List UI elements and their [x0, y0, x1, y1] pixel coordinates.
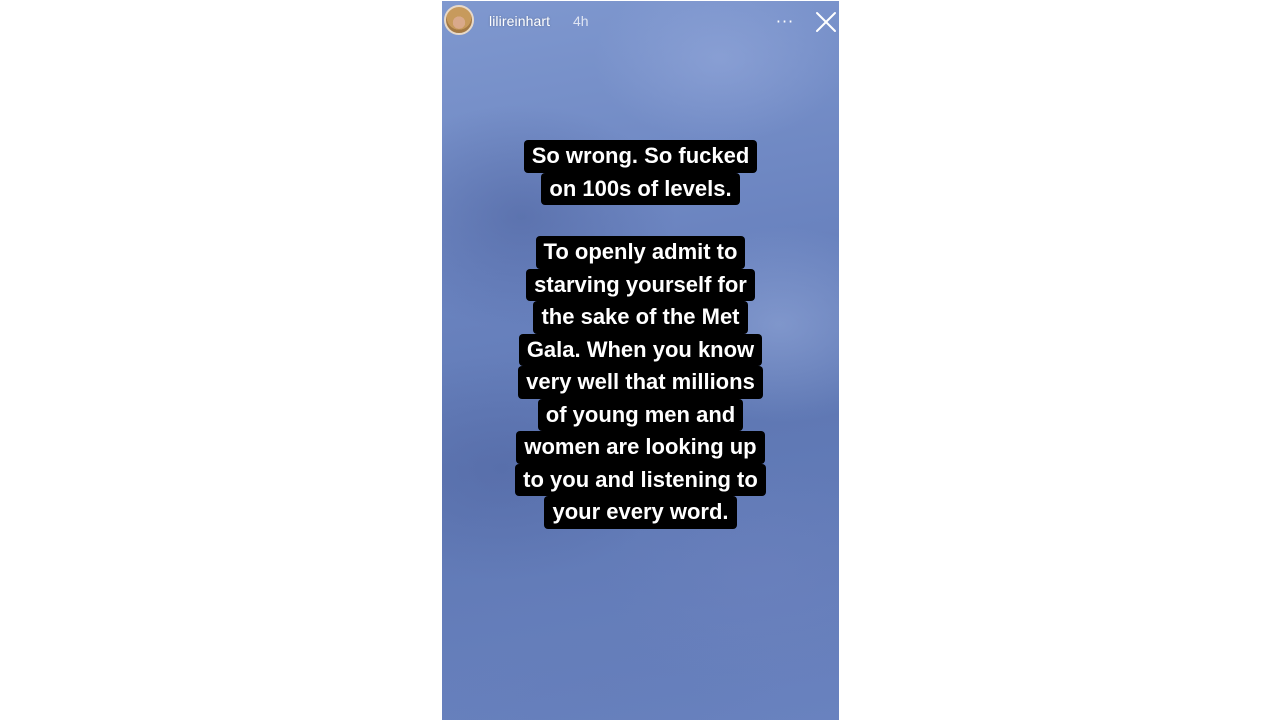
caption-line: the sake of the Met: [533, 301, 748, 334]
username[interactable]: lilireinhart: [489, 13, 550, 29]
caption-line: starving yourself for: [526, 268, 755, 301]
caption-line: Gala. When you know: [518, 333, 763, 366]
caption-line: very well that millions: [518, 366, 763, 399]
close-icon[interactable]: [814, 10, 838, 34]
page: lilireinhart 4h ··· So wrong. So fucked …: [0, 0, 1280, 720]
caption-line: So wrong. So fucked: [523, 140, 758, 173]
avatar[interactable]: [444, 5, 474, 35]
story-header: lilireinhart 4h ···: [442, 1, 839, 45]
more-horizontal-icon[interactable]: ···: [772, 11, 798, 33]
caption-block-1: So wrong. So fucked on 100s of levels.: [442, 140, 839, 205]
caption-line: of young men and: [537, 398, 744, 431]
caption-line: on 100s of levels.: [541, 172, 740, 205]
caption-line: to you and listening to: [515, 463, 766, 496]
caption-line: women are looking up: [516, 431, 765, 464]
caption-line: your every word.: [544, 496, 737, 529]
story-viewer[interactable]: lilireinhart 4h ··· So wrong. So fucked …: [442, 1, 839, 720]
caption-line: To openly admit to: [535, 236, 746, 269]
caption-block-2: To openly admit to starving yourself for…: [442, 236, 839, 529]
timestamp: 4h: [573, 13, 589, 29]
